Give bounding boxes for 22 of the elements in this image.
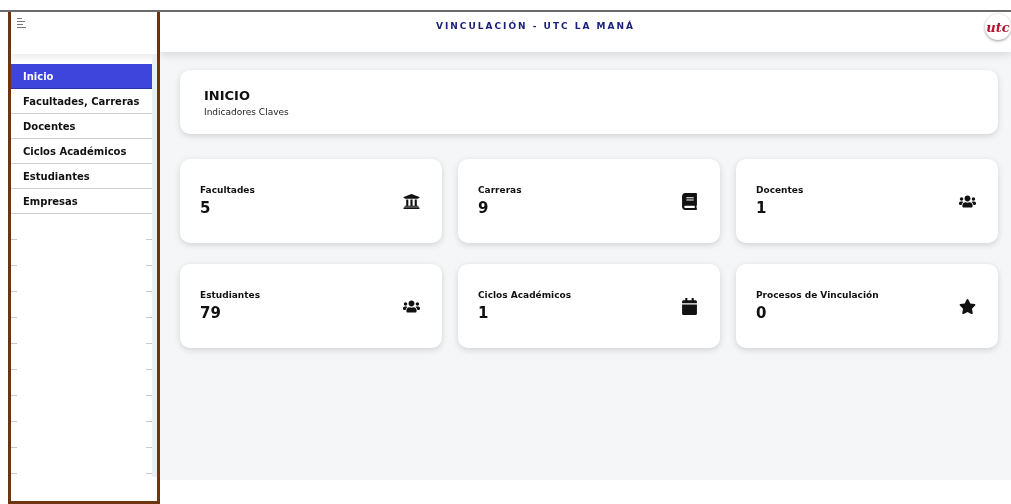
stat-value: 5 bbox=[200, 199, 212, 217]
page-subtitle: Indicadores Claves bbox=[204, 106, 290, 117]
stat-label: Estudiantes bbox=[200, 290, 260, 300]
stat-label: Procesos de Vinculación bbox=[756, 290, 879, 300]
stat-label: Carreras bbox=[478, 185, 522, 195]
stat-label: Docentes bbox=[756, 185, 804, 195]
star-icon bbox=[959, 297, 976, 315]
stat-label: Facultades bbox=[200, 185, 255, 195]
stat-value: 1 bbox=[756, 199, 768, 217]
logo: utc bbox=[985, 14, 1011, 40]
calendar-icon bbox=[681, 297, 698, 315]
book-icon bbox=[681, 192, 698, 210]
menu-icon[interactable] bbox=[17, 17, 27, 29]
bank-icon bbox=[403, 192, 420, 210]
stat-value: 9 bbox=[478, 199, 490, 217]
app-title: VINCULACIÓN - UTC LA MANÁ bbox=[435, 21, 635, 31]
stat-value: 0 bbox=[756, 304, 768, 322]
stat-value: 1 bbox=[478, 304, 490, 322]
page-title: INICIO bbox=[204, 87, 251, 103]
stat-value: 79 bbox=[200, 304, 222, 322]
sidebar-item[interactable]: Inicio bbox=[11, 64, 152, 89]
stat-label: Ciclos Académicos bbox=[478, 290, 572, 300]
